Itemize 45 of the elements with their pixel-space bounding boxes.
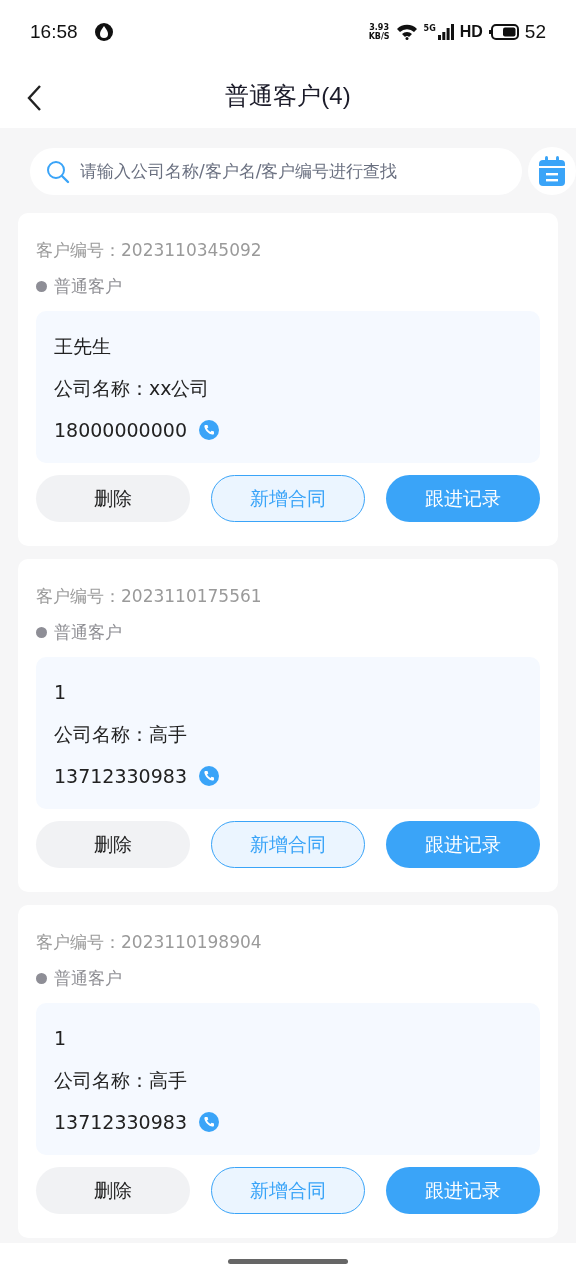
search-field[interactable]: 请输入公司名称/客户名/客户编号进行查找 [30,147,522,195]
add-contract-button[interactable]: 新增合同 [211,475,365,522]
follow-up-button[interactable]: 跟进记录 [386,475,540,522]
customer-type: 普通客户 [54,276,122,296]
add-contract-button[interactable]: 新增合同 [211,821,365,868]
hd-indicator: HD [459,23,483,41]
battery-icon [488,24,519,40]
phone-icon[interactable] [199,420,219,440]
customer-number: 客户编号：2023110175561 [36,585,263,608]
company-name: 公司名称：高手 [54,1068,188,1093]
app-notification-icon [93,22,114,42]
network-type: 5G [423,23,436,33]
back-icon [26,84,42,112]
customer-name: 1 [54,1026,68,1051]
status-dot [36,626,47,638]
follow-up-button[interactable]: 跟进记录 [386,1167,540,1214]
signal-icon [437,24,454,40]
customer-number: 客户编号：2023110345092 [36,239,263,262]
status-time: 16:58 [30,21,78,43]
status-dot [36,280,47,292]
customer-name: 1 [54,680,68,705]
phone-icon[interactable] [199,1112,219,1132]
company-name: 公司名称：高手 [54,722,188,747]
customer-name: 王先生 [54,334,112,359]
phone-number: 13712330983 [54,764,187,789]
customer-type: 普通客户 [54,622,122,642]
page-title: 普通客户(4) [225,81,351,111]
customer-type: 普通客户 [54,968,122,988]
battery-level: 52 [524,21,546,43]
phone-number: 18000000000 [54,418,187,443]
calendar-icon [539,156,565,186]
delete-button[interactable]: 删除 [36,821,190,868]
network-speed: 3.93 KB/S [368,23,390,41]
add-contract-button[interactable]: 新增合同 [211,1167,365,1214]
delete-button[interactable]: 删除 [36,475,190,522]
search-icon [46,159,70,184]
status-dot [36,972,47,984]
phone-number: 13712330983 [54,1110,187,1135]
calendar-button[interactable] [528,147,576,195]
delete-button[interactable]: 删除 [36,1167,190,1214]
company-name: 公司名称：xx公司 [54,376,211,401]
customer-number: 客户编号：2023110198904 [36,931,263,954]
follow-up-button[interactable]: 跟进记录 [386,821,540,868]
wifi-icon [395,24,418,40]
phone-icon[interactable] [199,766,219,786]
